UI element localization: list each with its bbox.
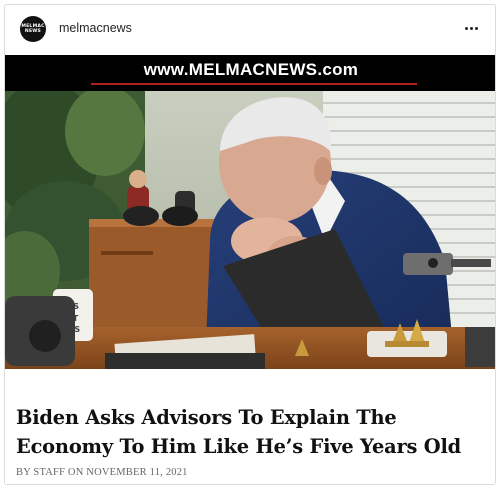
article-caption: Biden Asks Advisors To Explain The Econo…	[5, 369, 495, 484]
banner-accent-line	[91, 83, 417, 85]
site-banner: www.MELMACNEWS.com	[5, 55, 495, 91]
username-link[interactable]: melmacnews	[59, 21, 132, 35]
instagram-post: MELMAC NEWS melmacnews www.MELMACNEWS.co…	[4, 4, 496, 485]
banner-site-url: www.MELMACNEWS.com	[143, 60, 359, 79]
more-horizontal-icon	[469, 26, 473, 30]
more-options-button[interactable]	[461, 18, 481, 38]
photo-illustration: LD'S ST SS	[5, 91, 495, 369]
post-header: MELMAC NEWS melmacnews	[5, 5, 495, 53]
article-headline: Biden Asks Advisors To Explain The Econo…	[16, 406, 461, 458]
post-photo[interactable]: LD'S ST SS	[5, 91, 495, 369]
more-horizontal-icon	[474, 26, 478, 30]
article-byline: BY STAFF ON NOVEMBER 11, 2021	[16, 467, 188, 478]
more-horizontal-icon	[464, 26, 468, 30]
avatar[interactable]: MELMAC NEWS	[20, 16, 46, 42]
avatar-text-line2: NEWS	[24, 29, 42, 34]
